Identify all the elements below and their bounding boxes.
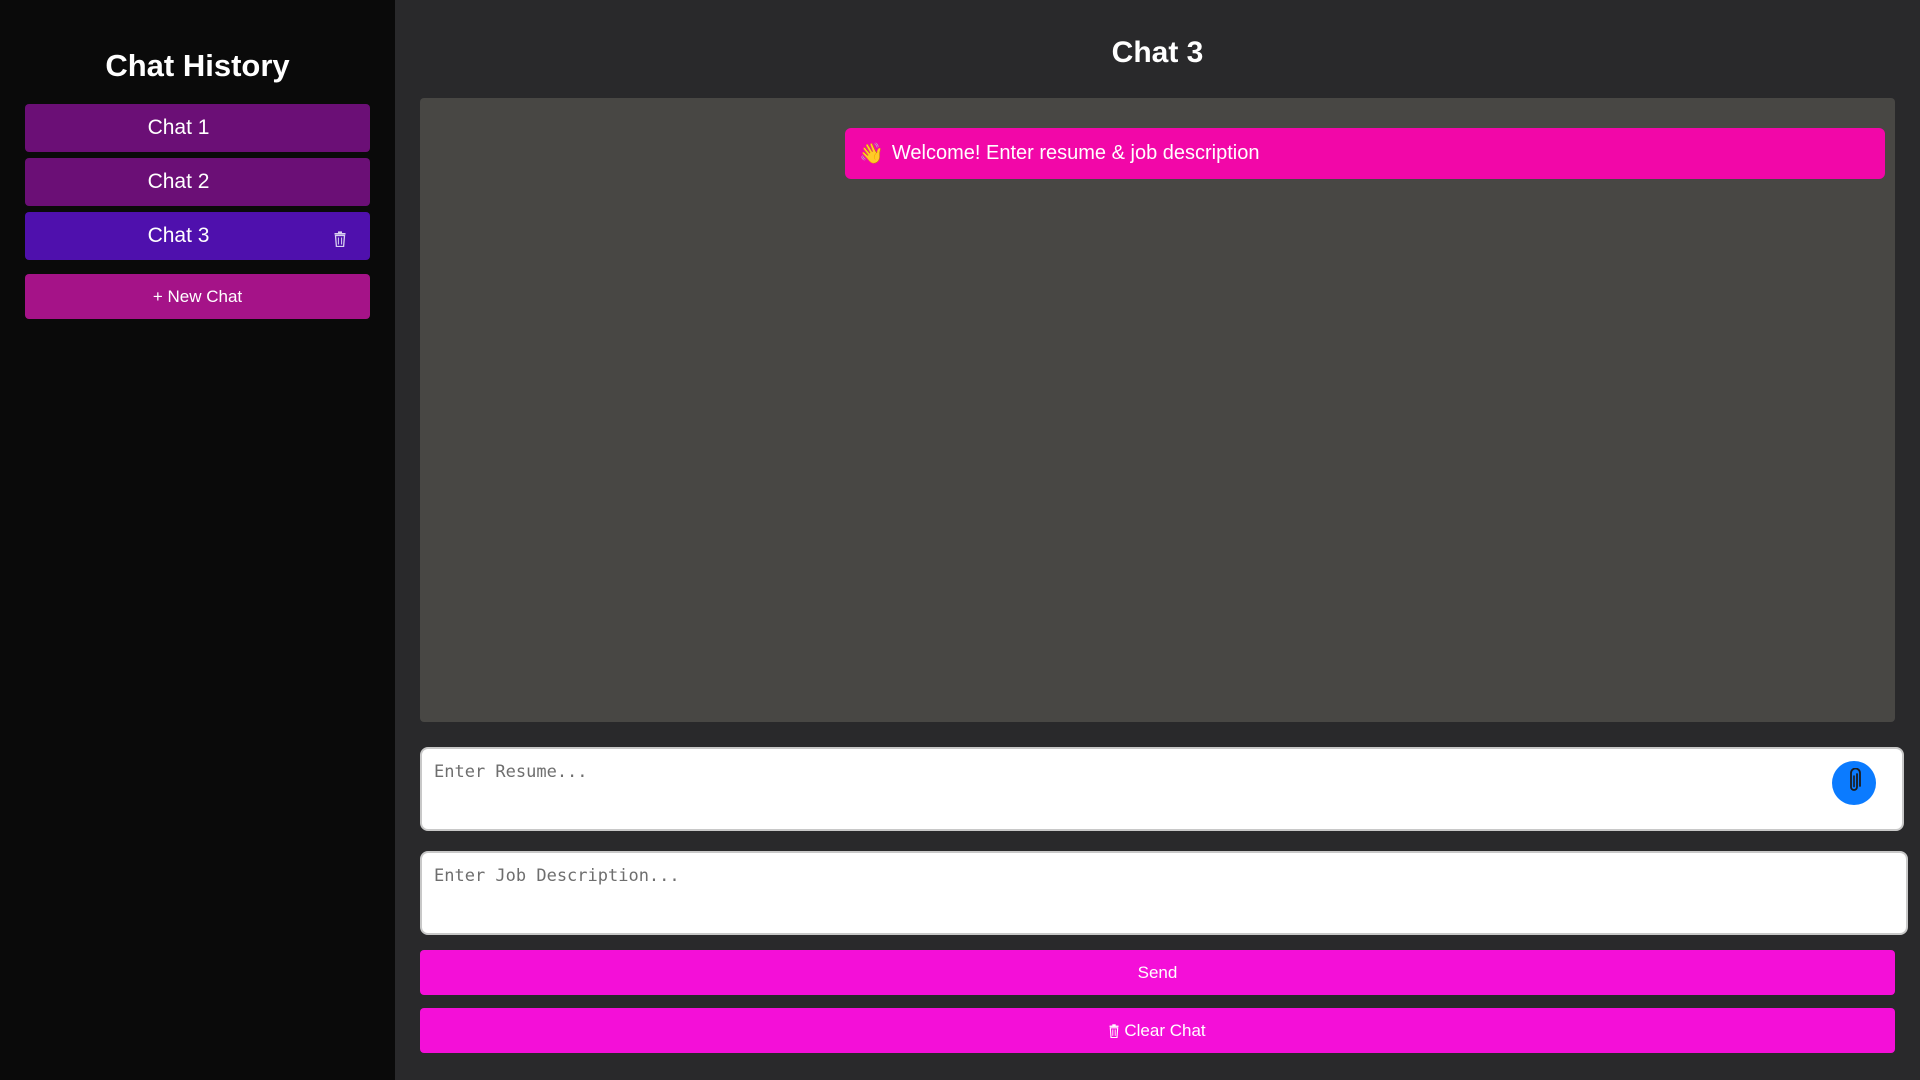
sidebar-item-label: Chat 2 [147, 170, 210, 193]
sidebar-item-chat-1[interactable]: Chat 1 [25, 104, 370, 152]
job-description-input[interactable] [422, 853, 1906, 933]
main-panel: Chat 3 👋 Welcome! Enter resume & job des… [395, 0, 1920, 1080]
app: Chat History Chat 1 Chat 2 Chat 3 + New … [0, 0, 1920, 1080]
sidebar-item-label: Chat 3 [147, 224, 210, 247]
paperclip-icon [1847, 767, 1861, 799]
sidebar-title: Chat History [105, 48, 290, 83]
new-chat-button[interactable]: + New Chat [25, 274, 370, 319]
waving-hand-icon: 👋 [859, 143, 884, 165]
job-description-input-wrapper [420, 851, 1908, 935]
chat-message-text: Welcome! Enter resume & job description [891, 142, 1260, 164]
resume-input[interactable] [422, 749, 1902, 829]
clear-chat-label: Clear Chat [1124, 1020, 1206, 1040]
send-button[interactable]: Send [420, 950, 1895, 995]
chat-messages-area: 👋 Welcome! Enter resume & job descriptio… [420, 98, 1895, 722]
chat-message: 👋 Welcome! Enter resume & job descriptio… [845, 128, 1885, 179]
sidebar-item-chat-3[interactable]: Chat 3 [25, 212, 370, 260]
attach-file-button[interactable] [1832, 761, 1876, 805]
trash-icon [1109, 1023, 1119, 1038]
sidebar: Chat History Chat 1 Chat 2 Chat 3 + New … [0, 0, 395, 1080]
resume-input-wrapper [420, 747, 1904, 831]
clear-chat-button[interactable]: Clear Chat [420, 1008, 1895, 1053]
sidebar-item-label: Chat 1 [147, 116, 210, 139]
trash-icon[interactable] [334, 229, 346, 248]
sidebar-item-chat-2[interactable]: Chat 2 [25, 158, 370, 206]
page-title: Chat 3 [1111, 36, 1204, 69]
